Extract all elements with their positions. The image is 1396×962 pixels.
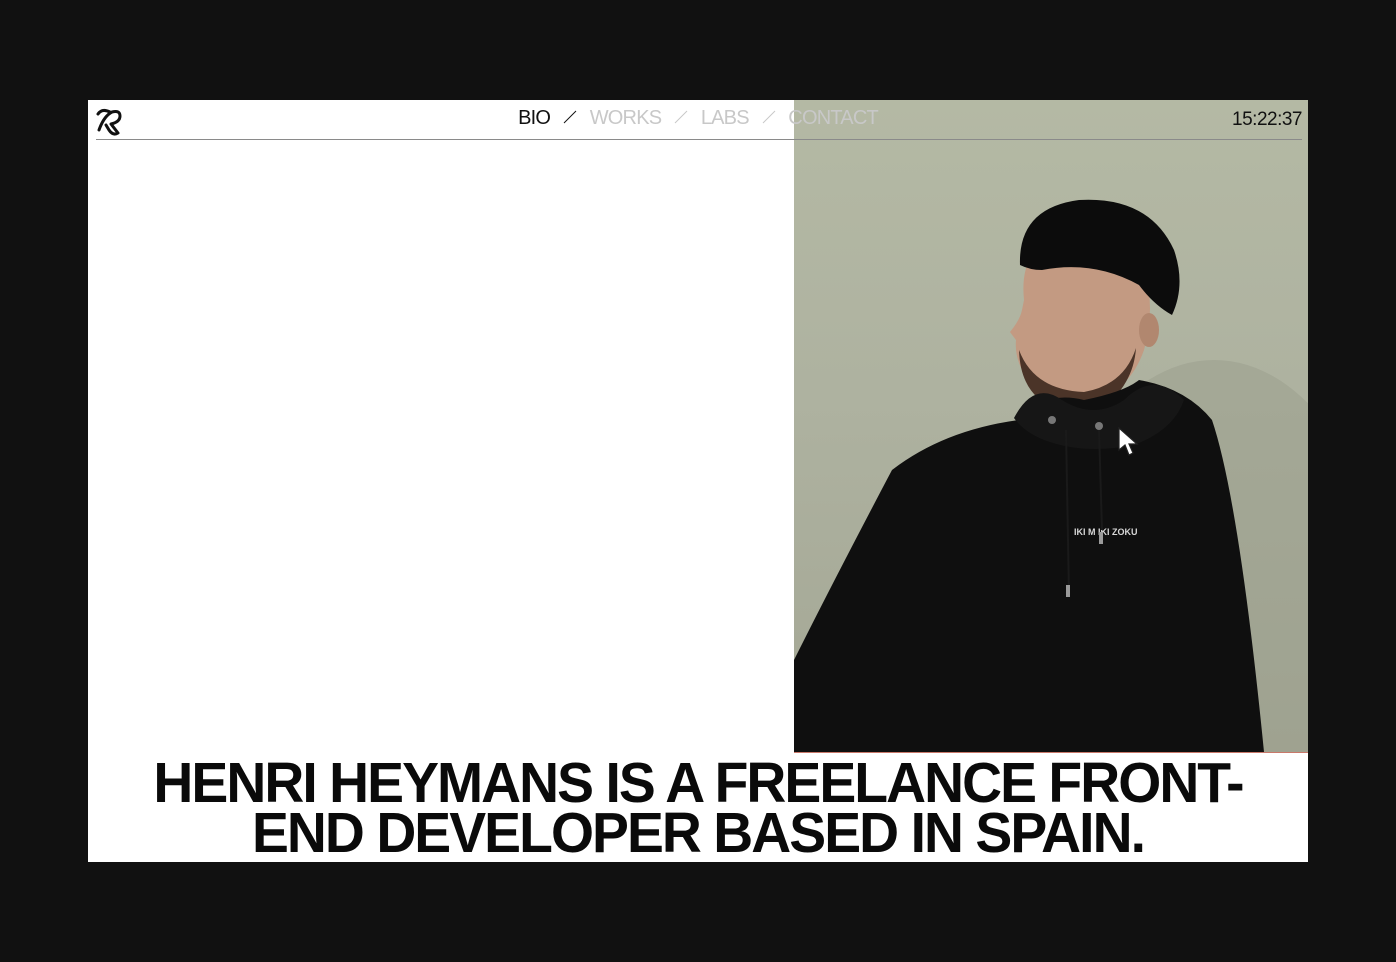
page-frame: IKI M IKI ZOKU BIO WORKS LABS CONTACT 15…: [88, 100, 1308, 862]
main-nav: BIO WORKS LABS CONTACT: [88, 107, 1308, 130]
nav-item-bio[interactable]: BIO: [518, 107, 551, 130]
nav-item-works[interactable]: WORKS: [590, 107, 662, 130]
portrait-photo: IKI M IKI ZOKU: [794, 100, 1308, 752]
mouse-cursor-icon: [1118, 426, 1139, 456]
slash-divider-icon: [563, 110, 577, 124]
header-divider: [96, 139, 1302, 140]
slash-divider-icon: [674, 110, 688, 124]
clock: 15:22:37: [1232, 109, 1302, 130]
slash-divider-icon: [762, 110, 775, 124]
nav-item-contact[interactable]: CONTACT: [788, 107, 878, 130]
headline-line-2: END DEVELOPER BASED IN SPAIN.: [251, 801, 1146, 862]
nav-item-labs[interactable]: LABS: [701, 107, 750, 130]
hero-headline: HENRI HEYMANS IS A FREELANCE FRONT- END …: [106, 752, 1289, 862]
hoodie-text: IKI M IKI ZOKU: [1074, 527, 1138, 537]
